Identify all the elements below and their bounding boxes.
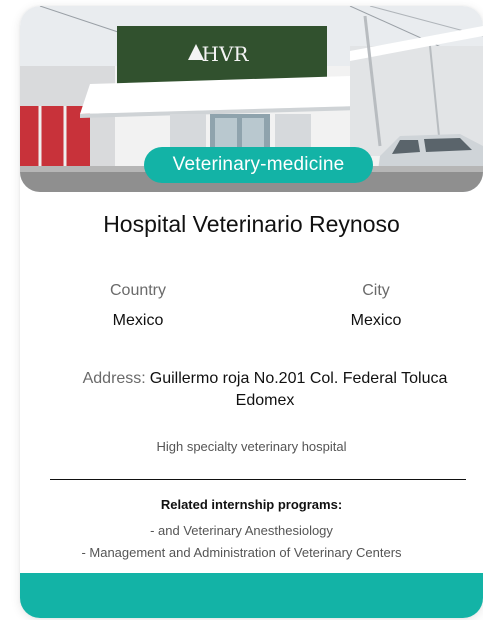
city-block: City Mexico <box>276 278 476 334</box>
hospital-card[interactable]: HVR Veterinary-medicine Hospital Veterin… <box>20 6 483 618</box>
category-badge[interactable]: Veterinary-medicine <box>144 147 373 183</box>
hospital-photo: HVR Veterinary-medicine <box>20 6 483 192</box>
address-value: Guillermo roja No.201 Col. Federal Toluc… <box>149 370 448 409</box>
divider <box>50 479 466 480</box>
country-block: Country Mexico <box>38 278 238 334</box>
address-block: Address: Guillermo roja No.201 Col. Feder… <box>70 368 460 412</box>
program-item: - Management and Administration of Veter… <box>81 545 402 560</box>
hospital-description: High specialty veterinary hospital <box>156 439 347 454</box>
program-item: - and Veterinary Anesthesiology <box>150 523 333 538</box>
hospital-title: Hospital Veterinario Reynoso <box>103 211 400 237</box>
city-label: City <box>362 282 390 299</box>
sign-text: HVR <box>202 42 250 66</box>
city-value: Mexico <box>350 312 402 329</box>
programs-list: - and Veterinary Anesthesiology - Manage… <box>20 520 483 564</box>
programs-title: Related internship programs: <box>160 497 343 512</box>
address-label: Address: <box>82 370 146 387</box>
country-label: Country <box>109 282 167 299</box>
card-footer-band[interactable] <box>20 573 483 618</box>
country-value: Mexico <box>112 312 164 329</box>
